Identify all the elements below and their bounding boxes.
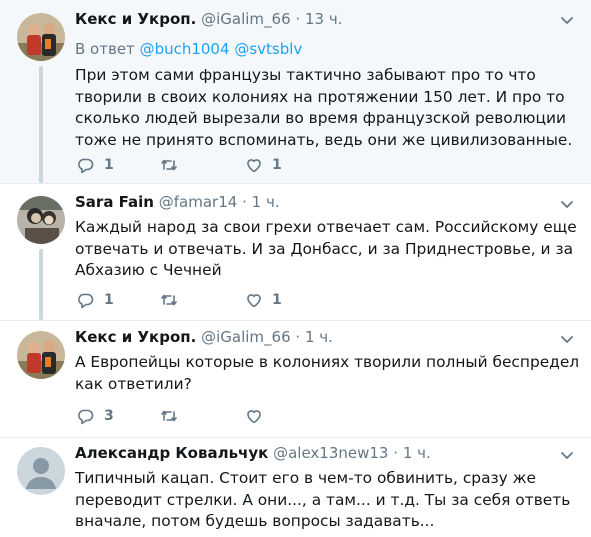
- text-line: творили в своих колониях на протяжении 1…: [75, 87, 565, 106]
- like-button[interactable]: 1: [245, 290, 282, 310]
- reply-button[interactable]: 1: [77, 155, 114, 175]
- text-line: вначале, потом будешь вопросы задавать..…: [75, 512, 435, 530]
- separator-dot: ·: [242, 193, 247, 211]
- tweet-text: Каждый народ за свои грехи отвечает сам.…: [75, 217, 577, 282]
- retweet-icon: [161, 410, 177, 422]
- reply-button[interactable]: 3: [77, 406, 114, 426]
- text-line: Абхазию с Чечней: [75, 261, 222, 279]
- text-line: При этом сами французы тактично забывают…: [75, 66, 536, 84]
- author-name[interactable]: Кекс и Укроп.: [75, 10, 196, 28]
- thread-line: [39, 249, 43, 320]
- reply-prefix: В ответ: [75, 40, 135, 58]
- mention-link[interactable]: @buch1004: [140, 40, 230, 58]
- reply-button[interactable]: 1: [77, 290, 114, 310]
- tweet-text: А Европейцы которые в колониях творили п…: [75, 352, 580, 395]
- timestamp[interactable]: 1 ч.: [252, 193, 280, 211]
- like-button[interactable]: 1: [245, 155, 282, 175]
- tweet[interactable]: Александр Ковальчук @alex13new13 · 1 ч. …: [0, 438, 591, 537]
- like-count: 1: [272, 157, 282, 173]
- avatar[interactable]: [17, 331, 65, 379]
- retweet-icon: [161, 159, 177, 171]
- retweet-button[interactable]: [160, 155, 187, 175]
- retweet-button[interactable]: [160, 290, 187, 310]
- reply-count: 1: [104, 157, 114, 173]
- tweet[interactable]: Sara Fain @famar14 · 1 ч. Каждый народ з…: [0, 184, 591, 320]
- retweet-button[interactable]: [160, 406, 187, 426]
- reply-count: 3: [104, 408, 114, 424]
- like-icon: [247, 410, 261, 424]
- like-icon: [247, 159, 261, 173]
- reply-context: В ответ @buch1004 @svtsblv: [75, 39, 302, 59]
- chevron-down-icon[interactable]: [559, 196, 575, 212]
- text-line: сколько людей вырезали во время французс…: [75, 109, 566, 127]
- avatar[interactable]: [17, 196, 65, 244]
- timestamp[interactable]: 13 ч.: [305, 10, 343, 28]
- like-icon: [247, 294, 261, 308]
- text-line: А Европейцы которые в колониях творили п…: [75, 353, 580, 371]
- thread-line: [39, 66, 43, 183]
- separator-dot: ·: [393, 444, 399, 462]
- author-handle[interactable]: @alex13new13: [273, 444, 388, 462]
- author-handle[interactable]: @iGalim_66: [201, 328, 291, 346]
- chevron-down-icon[interactable]: [559, 447, 575, 463]
- text-line: тоже не принято вспоминать, ведь они же …: [75, 130, 573, 149]
- reply-icon: [78, 158, 94, 174]
- timestamp[interactable]: 1 ч.: [403, 444, 431, 462]
- text-line: отвечать и отвечать. И за Донбасс, и за …: [75, 239, 574, 258]
- reply-count: 1: [104, 292, 114, 308]
- text-line: переводит стрелки. А они..., а там... и …: [75, 490, 571, 509]
- like-count: 1: [272, 292, 282, 308]
- reply-icon: [78, 409, 94, 425]
- author-handle[interactable]: @famar14: [159, 193, 238, 211]
- mention-link[interactable]: @svtsblv: [234, 40, 302, 58]
- chevron-down-icon[interactable]: [559, 331, 575, 347]
- author-handle[interactable]: @iGalim_66: [201, 10, 291, 28]
- chevron-down-icon[interactable]: [559, 12, 575, 28]
- separator-dot: ·: [295, 328, 301, 346]
- tweet[interactable]: Кекс и Укроп. @iGalim_66 · 13 ч. В ответ…: [0, 0, 591, 183]
- text-line: как ответили?: [75, 374, 192, 393]
- text-line: Каждый народ за свои грехи отвечает сам.…: [75, 218, 577, 236]
- retweet-icon: [161, 294, 177, 306]
- avatar[interactable]: [17, 13, 65, 61]
- timestamp[interactable]: 1 ч.: [305, 328, 333, 346]
- tweet[interactable]: Кекс и Укроп. @iGalim_66 · 1 ч. А Европе…: [0, 321, 591, 437]
- like-button[interactable]: [245, 406, 272, 426]
- tweet-text: При этом сами французы тактично забывают…: [75, 65, 575, 151]
- separator-dot: ·: [295, 10, 301, 28]
- avatar[interactable]: [17, 447, 65, 495]
- tweet-text: Типичный кацап. Стоит его в чем-то обвин…: [75, 468, 575, 533]
- author-name[interactable]: Александр Ковальчук: [75, 444, 268, 462]
- author-name[interactable]: Кекс и Укроп.: [75, 328, 196, 346]
- text-line: Типичный кацап. Стоит его в чем-то обвин…: [75, 469, 537, 487]
- reply-icon: [78, 293, 94, 309]
- author-name[interactable]: Sara Fain: [75, 193, 154, 211]
